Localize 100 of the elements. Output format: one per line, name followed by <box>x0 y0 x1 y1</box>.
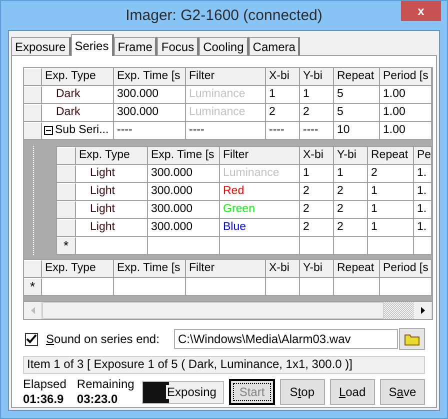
table-cell[interactable] <box>368 237 414 255</box>
table-cell: 1 <box>368 183 414 201</box>
elapsed-label: Elapsed <box>23 377 68 392</box>
tab[interactable]: Cooling <box>199 37 249 56</box>
table-cell: 300.000 <box>148 183 220 201</box>
table-cell: 2 <box>300 104 334 122</box>
column-header[interactable]: Filter <box>186 260 266 278</box>
checkbox[interactable] <box>25 332 38 346</box>
tab[interactable]: Exposure <box>11 37 71 56</box>
table-cell: Luminance <box>220 165 300 183</box>
table-cell: 1 <box>300 165 334 183</box>
checkmark-icon <box>26 334 37 344</box>
new-row-marker[interactable]: * <box>24 278 42 296</box>
column-header[interactable]: Y-bi <box>300 260 334 278</box>
table-cell: Green <box>220 201 300 219</box>
horizontal-scrollbar[interactable] <box>24 301 432 319</box>
row-header[interactable] <box>57 219 76 237</box>
row-header[interactable] <box>57 183 76 201</box>
table-cell[interactable] <box>220 237 300 255</box>
remaining-label: Remaining <box>76 377 132 392</box>
column-header[interactable]: Y-bi <box>300 68 334 86</box>
row-header[interactable] <box>57 165 76 183</box>
status-text: Item 1 of 3 [ Exposure 1 of 5 ( Dark, Luminance, 1x1, 300.0 )] <box>23 356 425 374</box>
table-cell: 2 <box>300 183 334 201</box>
table-cell: 2 <box>300 201 334 219</box>
column-header[interactable]: Repeat <box>334 260 380 278</box>
table-cell: 1.00 <box>380 86 432 104</box>
table-cell[interactable] <box>148 237 220 255</box>
column-header[interactable]: Exp. Time [s <box>114 260 186 278</box>
collapse-icon[interactable] <box>44 126 53 135</box>
table-cell[interactable] <box>334 237 368 255</box>
new-row-marker[interactable]: * <box>57 237 76 255</box>
tab[interactable]: Focus <box>157 37 200 56</box>
table-cell: 2 <box>300 219 334 237</box>
table-cell: 1 <box>266 86 300 104</box>
table-cell[interactable] <box>300 237 334 255</box>
table-cell: 1 <box>368 219 414 237</box>
column-header[interactable]: Repeat <box>334 68 380 86</box>
column-header[interactable]: Period [s <box>380 68 432 86</box>
elapsed-time: 01:36.9 <box>23 392 65 407</box>
close-button[interactable]: x <box>401 1 441 21</box>
table-cell: ---- <box>186 122 266 140</box>
table-cell: Dark <box>42 86 114 104</box>
table-cell: Red <box>220 183 300 201</box>
tab[interactable]: Frame <box>114 37 158 56</box>
table-cell: 10 <box>334 122 380 140</box>
column-header[interactable]: Filter <box>186 68 266 86</box>
table-cell[interactable] <box>266 278 300 296</box>
column-header[interactable]: X-bi <box>266 260 300 278</box>
scroll-right-icon[interactable] <box>420 307 424 314</box>
table-cell[interactable] <box>380 278 432 296</box>
action-button[interactable]: Load <box>330 379 375 405</box>
table-cell: 2 <box>334 201 368 219</box>
column-header[interactable]: Exp. Type <box>42 68 114 86</box>
column-header[interactable]: Period [s <box>380 260 432 278</box>
scroll-thumb[interactable] <box>42 302 384 319</box>
column-header[interactable]: Exp. Type <box>42 260 114 278</box>
table-cell: 1.00 <box>380 104 432 122</box>
column-header[interactable]: Repeat <box>368 147 414 165</box>
table-cell[interactable] <box>414 237 432 255</box>
table-cell: Sub Seri... <box>42 122 114 140</box>
table-cell[interactable] <box>114 278 186 296</box>
table-cell[interactable] <box>300 278 334 296</box>
table-cell: 300.000 <box>148 165 220 183</box>
browse-button[interactable] <box>399 328 425 350</box>
sound-path-field[interactable]: C:\Windows\Media\Alarm03.wav <box>174 329 398 349</box>
table-cell[interactable] <box>334 278 380 296</box>
column-header[interactable]: X-bi <box>300 147 334 165</box>
table-cell: 1 <box>334 165 368 183</box>
column-header[interactable]: Exp. Type <box>76 147 148 165</box>
table-cell[interactable] <box>186 278 266 296</box>
table-cell: 2 <box>368 165 414 183</box>
row-header[interactable] <box>57 201 76 219</box>
table-cell: 1 <box>368 201 414 219</box>
column-header[interactable]: X-bi <box>266 68 300 86</box>
column-header[interactable]: Y-bi <box>334 147 368 165</box>
column-header[interactable]: Exp. Time [s <box>148 147 220 165</box>
table-cell: Light <box>76 183 148 201</box>
tab[interactable]: Series <box>70 34 114 56</box>
table-cell: Light <box>76 201 148 219</box>
table-cell[interactable] <box>42 278 114 296</box>
column-header[interactable]: Pe <box>414 147 432 165</box>
scroll-left-icon[interactable] <box>30 307 34 314</box>
column-header[interactable]: Exp. Time [s <box>114 68 186 86</box>
table-cell: 1. <box>414 201 432 219</box>
table-cell: ---- <box>266 122 300 140</box>
remaining-time: 03:23.0 <box>76 392 119 407</box>
table-cell: 2 <box>334 219 368 237</box>
action-button[interactable]: Save <box>380 379 426 405</box>
progress-label: Exposing <box>166 385 218 399</box>
table-cell: 5 <box>334 86 380 104</box>
row-header <box>24 68 42 86</box>
checkbox-label[interactable]: Sound on series end: <box>46 332 164 346</box>
tab[interactable]: Camera <box>248 37 300 56</box>
table-cell: Light <box>76 219 148 237</box>
action-button[interactable]: Stop <box>280 379 325 405</box>
table-cell[interactable] <box>76 237 148 255</box>
folder-icon <box>404 332 420 346</box>
column-header[interactable]: Filter <box>220 147 300 165</box>
row-header[interactable] <box>24 86 42 104</box>
